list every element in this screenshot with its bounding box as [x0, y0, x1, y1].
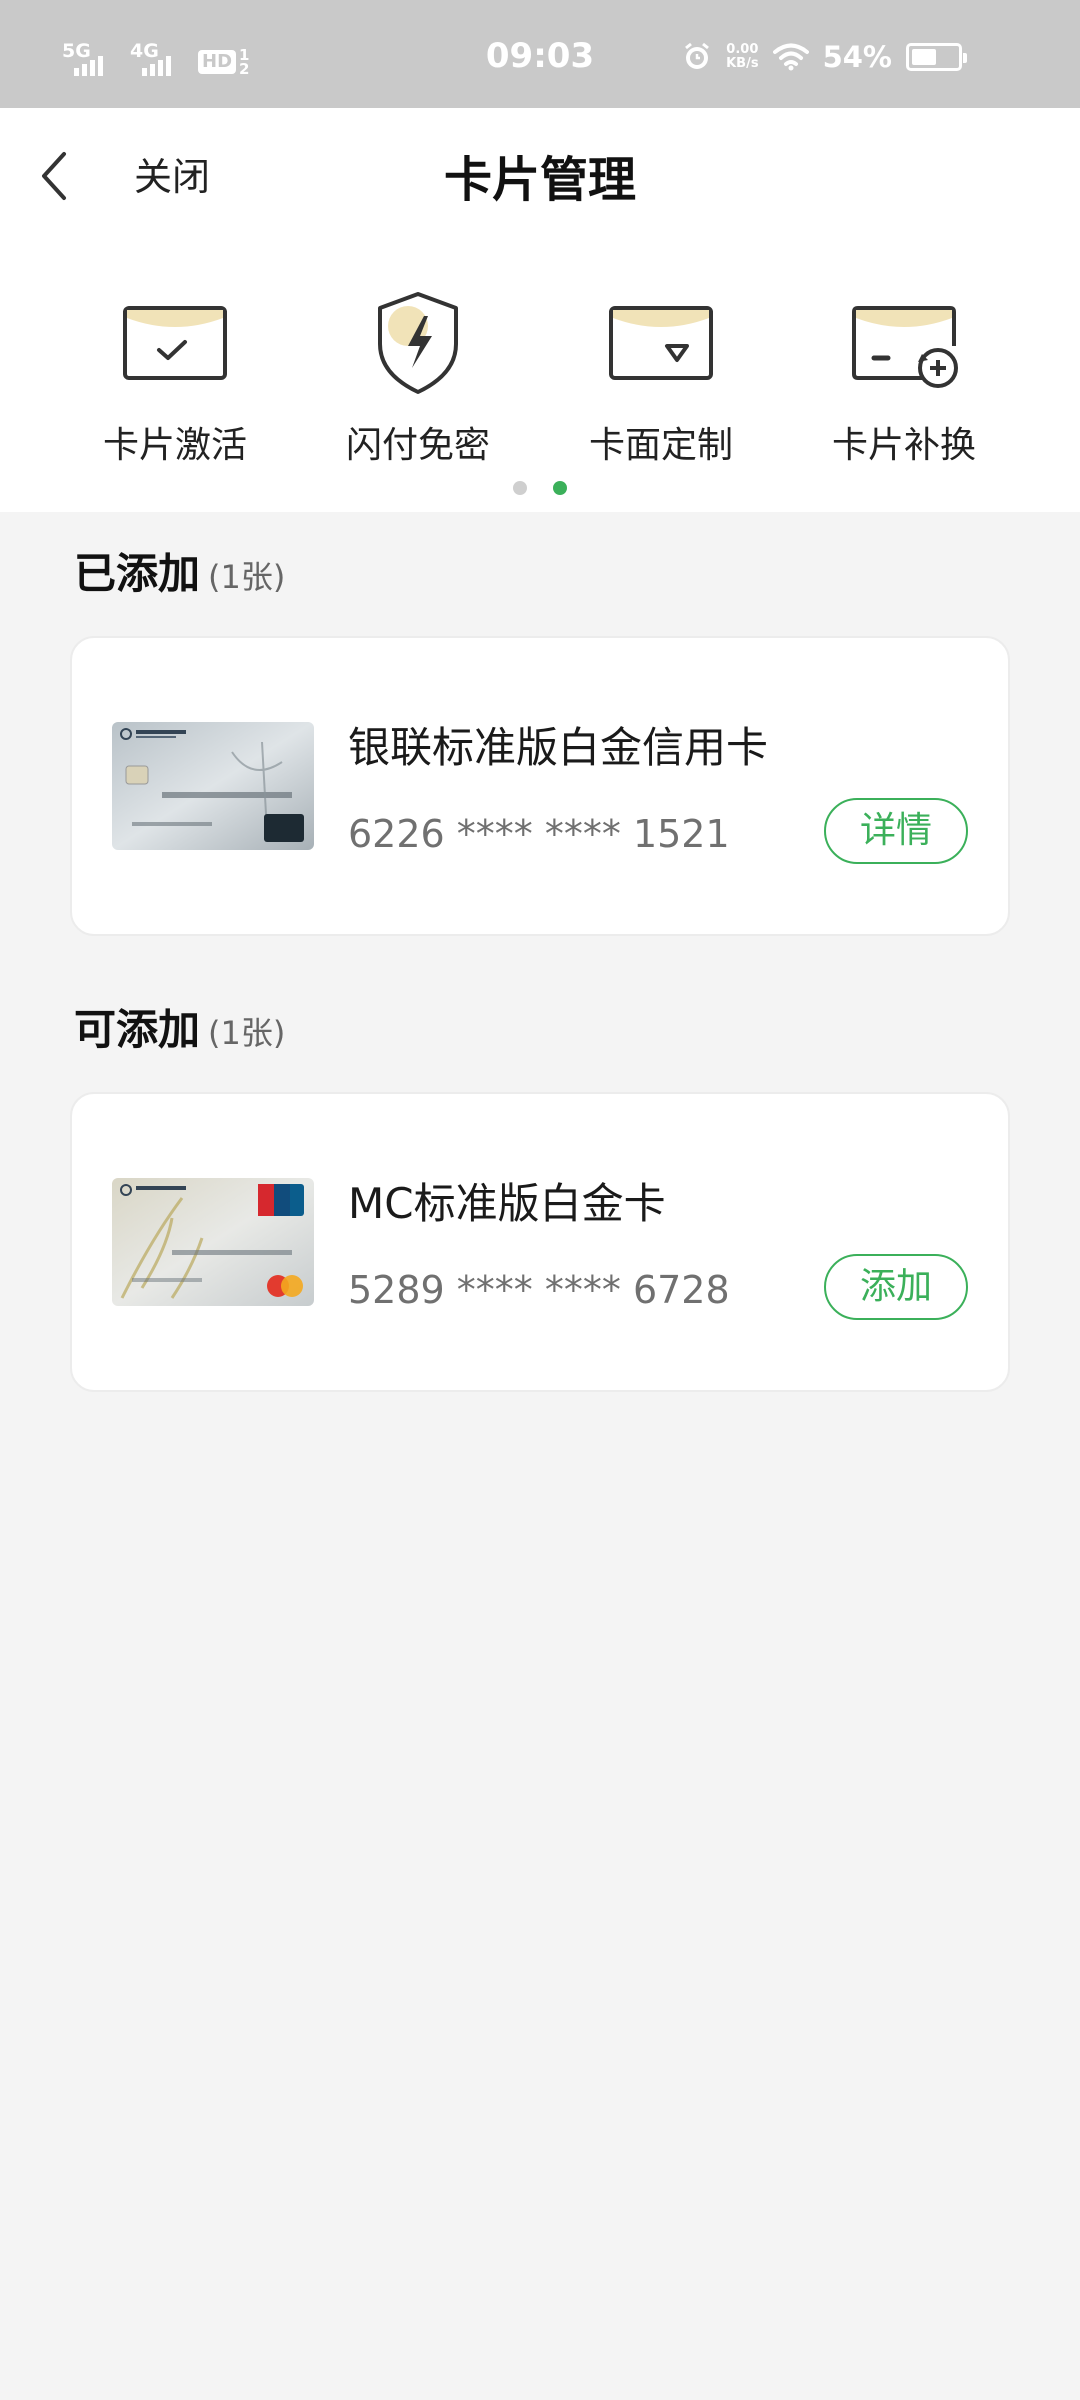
card-name: MC标准版白金卡	[348, 1179, 666, 1228]
function-grid: 卡片激活 闪付免密 卡面定制 卡片补换	[0, 288, 1080, 468]
page-dot-1[interactable]	[513, 481, 527, 495]
unionpay-platinum-card-image	[112, 722, 314, 850]
card-number: 6226 **** **** 1521	[348, 812, 730, 856]
card-name: 银联标准版白金信用卡	[348, 723, 769, 772]
addable-section-title: 可添加 (1张)	[74, 996, 285, 1057]
battery-percent: 54%	[822, 40, 892, 74]
page-title: 卡片管理	[443, 152, 636, 208]
addable-title: 可添加	[74, 1005, 201, 1054]
function-label: 闪付免密	[345, 425, 490, 466]
header-panel: 关闭 卡片管理 卡片激活 闪付免密 卡面定制 卡片补换	[0, 108, 1080, 512]
addable-count: (1张)	[208, 1014, 286, 1052]
page-dot-2[interactable]	[553, 481, 567, 495]
added-card-item[interactable]: 银联标准版白金信用卡 6226 **** **** 1521 详情	[70, 636, 1010, 936]
wifi-icon	[772, 43, 809, 71]
card-replace-icon	[852, 306, 958, 388]
speed-unit: KB/s	[726, 56, 759, 71]
page-indicator	[0, 481, 1080, 495]
battery-icon	[906, 43, 967, 71]
function-label: 卡片补换	[831, 425, 976, 466]
alarm-icon	[685, 42, 710, 69]
function-label: 卡面定制	[588, 425, 733, 466]
mastercard-platinum-card-image	[112, 1178, 314, 1306]
added-title: 已添加	[74, 549, 201, 598]
function-card-customize[interactable]: 卡面定制	[561, 288, 761, 468]
addable-card-item[interactable]: MC标准版白金卡 5289 **** **** 6728 添加	[70, 1092, 1010, 1392]
card-customize-icon	[609, 306, 713, 380]
function-card-replace[interactable]: 卡片补换	[804, 288, 1004, 468]
add-card-button[interactable]: 添加	[824, 1254, 968, 1320]
function-card-activate[interactable]: 卡片激活	[75, 288, 275, 468]
function-quickpass[interactable]: 闪付免密	[318, 288, 518, 468]
speed-value: 0.00	[726, 42, 759, 57]
card-number: 5289 **** **** 6728	[348, 1268, 730, 1312]
status-bar: 5G 4G HD 12 09:03 0.00 KB/s 54%	[0, 0, 1080, 108]
added-section-title: 已添加 (1张)	[74, 540, 285, 601]
function-label: 卡片激活	[102, 425, 247, 466]
details-button[interactable]: 详情	[824, 798, 968, 864]
battery-fill	[912, 49, 936, 65]
network-speed: 0.00 KB/s	[726, 43, 758, 71]
status-right-group: 0.00 KB/s 54%	[682, 40, 967, 74]
added-count: (1张)	[208, 558, 286, 596]
quickpass-shield-icon	[378, 292, 458, 394]
card-activate-icon	[123, 306, 227, 380]
